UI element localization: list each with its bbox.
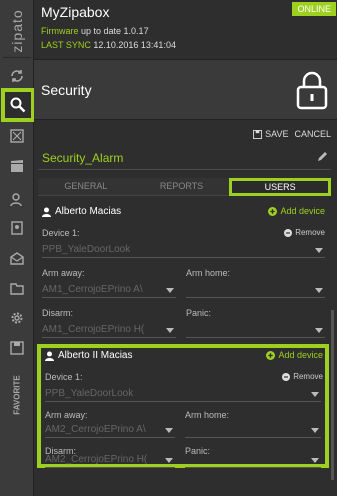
user-icon: [42, 207, 51, 217]
folder-icon[interactable]: [3, 274, 31, 302]
arm-home-label: Arm home:: [185, 410, 230, 420]
device-label: Device 1:: [42, 228, 80, 238]
plus-circle-icon: [268, 206, 278, 216]
panic-select[interactable]: [185, 452, 321, 468]
security-search-icon[interactable]: [1, 88, 35, 122]
user-icon: [45, 351, 54, 361]
chevron-down-icon: [315, 328, 323, 333]
minus-circle-icon: [282, 372, 291, 381]
favorite-tab[interactable]: FAVORITE: [4, 365, 30, 425]
tab-reports[interactable]: REPORTS: [133, 178, 230, 196]
save-button[interactable]: SAVE: [253, 129, 288, 139]
chevron-down-icon: [166, 288, 174, 293]
user-name: Alberto Macias: [42, 206, 121, 217]
arm-home-select[interactable]: [185, 422, 321, 438]
arm-home-select[interactable]: [186, 282, 325, 298]
scenes-icon[interactable]: [3, 152, 31, 180]
page-title: Security: [41, 82, 92, 98]
disarm-select[interactable]: AM2_CerrojoEPrino H(: [45, 452, 175, 468]
chevron-down-icon: [311, 392, 319, 397]
section-header: Security: [34, 60, 337, 120]
cancel-button[interactable]: CANCEL: [294, 129, 331, 139]
scrollbar[interactable]: [331, 310, 334, 480]
arm-away-select[interactable]: AM2_CerrojoEPrino A\: [45, 422, 175, 438]
contacts-icon[interactable]: [3, 214, 31, 242]
users-icon[interactable]: [3, 186, 31, 214]
disarm-select[interactable]: AM1_CerrojoEPrino H(: [42, 322, 176, 338]
remove-device-button[interactable]: Remove: [284, 228, 325, 237]
content-panel: SAVE CANCEL Security_Alarm GENERAL REPOR…: [34, 120, 337, 496]
app-header: MyZipabox Firmware up to date 1.0.17 LAS…: [34, 0, 337, 60]
app-title: MyZipabox: [41, 4, 110, 20]
arm-away-select[interactable]: AM1_CerrojoEPrino A\: [42, 282, 176, 298]
chevron-down-icon: [311, 428, 319, 433]
status-badge: ONLINE: [292, 2, 336, 16]
chevron-down-icon: [166, 328, 174, 333]
panic-label: Panic:: [186, 308, 212, 318]
device-label: Device 1:: [45, 372, 83, 382]
mail-icon[interactable]: [3, 244, 31, 272]
chevron-down-icon: [165, 428, 173, 433]
save-disk-icon[interactable]: [3, 334, 31, 362]
arm-home-label: Arm home:: [186, 268, 231, 278]
arm-away-label: Arm away:: [42, 268, 85, 278]
firmware-status: Firmware up to date 1.0.17: [41, 26, 149, 36]
disarm-label: Disarm:: [42, 308, 73, 318]
zipato-logo: zipato: [3, 4, 31, 58]
minus-circle-icon: [284, 228, 293, 237]
expand-icon[interactable]: [3, 122, 31, 150]
device-select[interactable]: PPB_YaleDoorLook: [42, 242, 325, 258]
last-sync: LAST SYNC 12.10.2016 13:41:04: [41, 40, 176, 50]
left-rail: zipato FAVORITE: [0, 0, 35, 496]
tab-users[interactable]: USERS: [229, 178, 332, 196]
user-card: Alberto II Macias Add device Device 1: R…: [37, 344, 329, 468]
arm-away-label: Arm away:: [45, 410, 88, 420]
lock-icon: [296, 71, 328, 110]
tab-bar: GENERAL REPORTS USERS: [38, 178, 332, 196]
alarm-name-field[interactable]: Security_Alarm: [38, 146, 331, 170]
tab-general[interactable]: GENERAL: [38, 178, 134, 196]
chevron-down-icon: [315, 288, 323, 293]
user-card: Alberto Macias Add device Device 1: Remo…: [38, 204, 327, 344]
chevron-down-icon: [315, 248, 323, 253]
toolbar: SAVE CANCEL: [253, 129, 331, 139]
edit-icon[interactable]: [316, 151, 328, 163]
add-device-button[interactable]: Add device: [268, 206, 325, 216]
gear-icon[interactable]: [3, 304, 31, 332]
chevron-down-icon: [165, 458, 173, 463]
save-icon: [253, 129, 263, 139]
device-select[interactable]: PPB_YaleDoorLook: [45, 386, 321, 402]
chevron-down-icon: [311, 458, 319, 463]
add-device-button[interactable]: Add device: [266, 350, 323, 360]
remove-device-button[interactable]: Remove: [282, 372, 323, 381]
sync-icon[interactable]: [3, 62, 31, 90]
user-name: Alberto II Macias: [45, 350, 132, 361]
plus-circle-icon: [266, 350, 276, 360]
panic-select[interactable]: [186, 322, 325, 338]
